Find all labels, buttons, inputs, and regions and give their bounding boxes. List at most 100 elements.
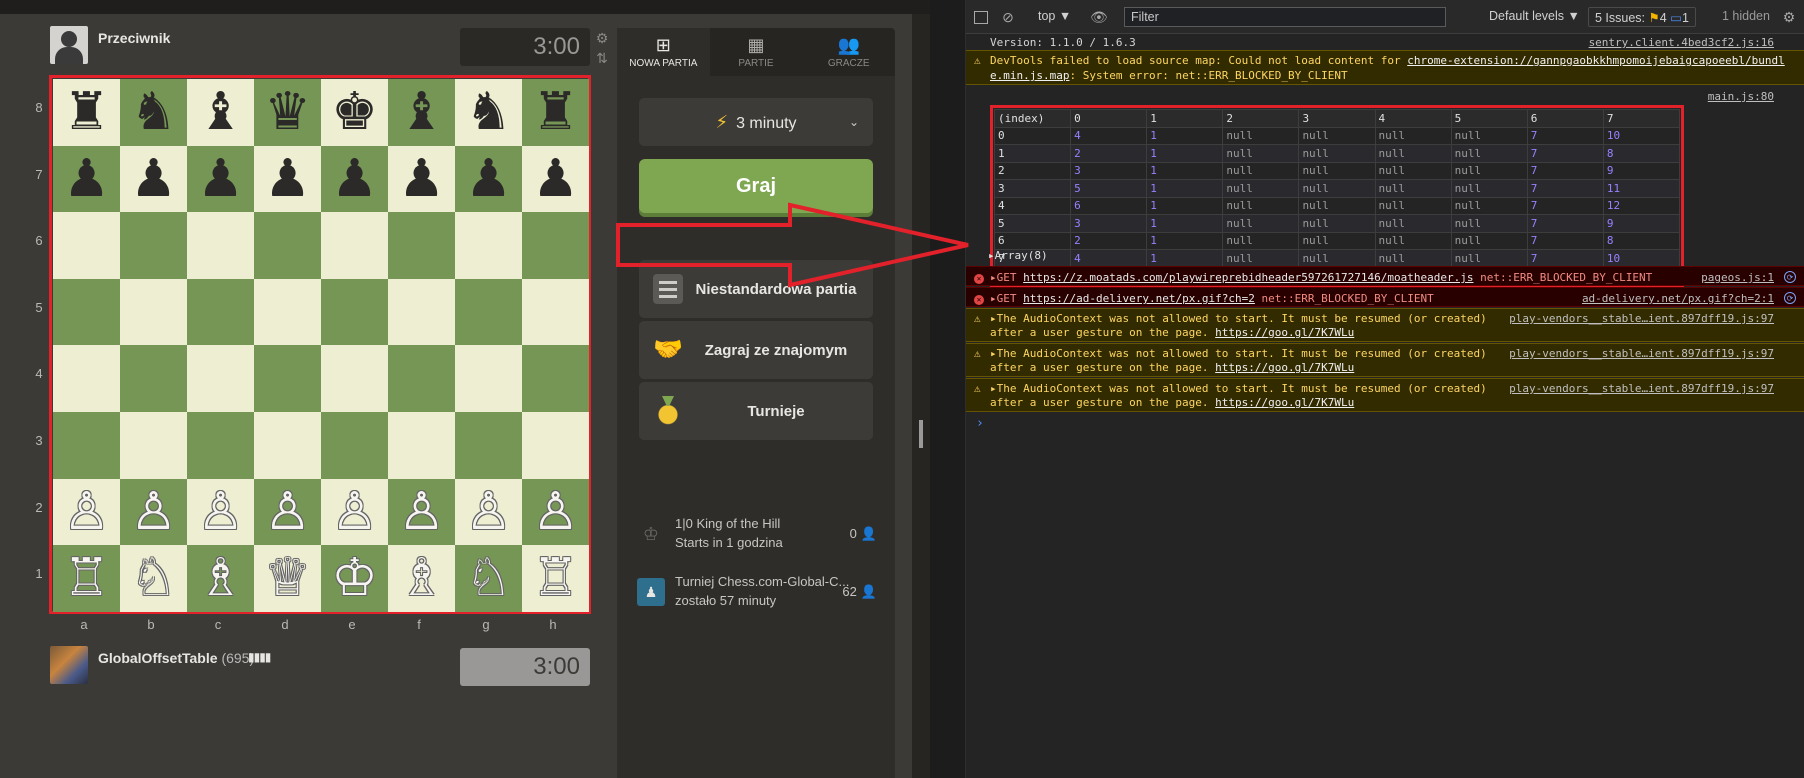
- player-avatar[interactable]: [50, 646, 88, 684]
- square-f7[interactable]: ♟: [388, 145, 455, 213]
- sourcemap-link[interactable]: chrome-extension://gannpgaobkkhmpomoijeb…: [1407, 54, 1785, 67]
- square-a7[interactable]: ♟: [53, 145, 120, 213]
- square-h6[interactable]: [522, 212, 589, 279]
- square-g3[interactable]: [455, 411, 522, 479]
- square-c3[interactable]: [187, 411, 254, 479]
- square-h8[interactable]: ♜: [522, 79, 589, 146]
- square-c7[interactable]: ♟: [187, 145, 254, 213]
- log-source-link[interactable]: play-vendors__stable…ient.897dff19.js:97: [1509, 312, 1774, 325]
- square-a5[interactable]: [53, 278, 120, 346]
- audio-help-link[interactable]: https://goo.gl/7K7WLu: [1215, 326, 1354, 339]
- square-h3[interactable]: [522, 411, 589, 479]
- audio-help-link[interactable]: https://goo.gl/7K7WLu: [1215, 396, 1354, 409]
- chess-piece[interactable]: ♕: [264, 552, 311, 604]
- square-c5[interactable]: [187, 278, 254, 346]
- chess-piece[interactable]: ♙: [532, 486, 579, 538]
- error-url-link[interactable]: https://ad-delivery.net/px.gif?ch=2: [1023, 292, 1255, 305]
- chess-piece[interactable]: ♟: [398, 153, 445, 205]
- square-h7[interactable]: ♟: [522, 145, 589, 213]
- eye-icon[interactable]: 👁: [1090, 9, 1108, 25]
- chess-piece[interactable]: ♘: [465, 552, 512, 604]
- square-d5[interactable]: [254, 278, 321, 346]
- chess-piece[interactable]: ♙: [197, 486, 244, 538]
- square-e6[interactable]: [321, 212, 388, 279]
- chess-piece[interactable]: ♗: [398, 552, 445, 604]
- square-d6[interactable]: [254, 212, 321, 279]
- log-source-link[interactable]: pageos.js:1: [1701, 271, 1774, 284]
- square-c2[interactable]: ♙: [187, 478, 254, 546]
- resize-handle[interactable]: [919, 420, 923, 448]
- square-a2[interactable]: ♙: [53, 478, 120, 546]
- square-h2[interactable]: ♙: [522, 478, 589, 546]
- chess-piece[interactable]: ♙: [398, 486, 445, 538]
- square-b1[interactable]: ♘: [120, 545, 187, 612]
- square-e1[interactable]: ♔: [321, 545, 388, 612]
- chess-piece[interactable]: ♜: [532, 86, 579, 138]
- square-e4[interactable]: [321, 345, 388, 412]
- chess-piece[interactable]: ♙: [130, 486, 177, 538]
- square-d3[interactable]: [254, 411, 321, 479]
- square-a3[interactable]: [53, 411, 120, 479]
- square-c1[interactable]: ♗: [187, 545, 254, 612]
- square-b4[interactable]: [120, 345, 187, 412]
- chess-piece[interactable]: ♔: [331, 552, 378, 604]
- square-f5[interactable]: [388, 278, 455, 346]
- square-f2[interactable]: ♙: [388, 478, 455, 546]
- square-c6[interactable]: [187, 212, 254, 279]
- square-d2[interactable]: ♙: [254, 478, 321, 546]
- chess-piece[interactable]: ♟: [331, 153, 378, 205]
- square-c8[interactable]: ♝: [187, 79, 254, 146]
- chess-piece[interactable]: ♙: [63, 486, 110, 538]
- square-h5[interactable]: [522, 278, 589, 346]
- tab-games[interactable]: ▦ PARTIE: [710, 28, 803, 76]
- square-d1[interactable]: ♕: [254, 545, 321, 612]
- chess-piece[interactable]: ♞: [130, 86, 177, 138]
- square-d8[interactable]: ♛: [254, 79, 321, 146]
- log-source-link[interactable]: play-vendors__stable…ient.897dff19.js:97: [1509, 347, 1774, 360]
- console-prompt[interactable]: ›: [976, 416, 984, 431]
- square-b3[interactable]: [120, 411, 187, 479]
- square-f8[interactable]: ♝: [388, 79, 455, 146]
- chess-piece[interactable]: ♟: [130, 153, 177, 205]
- context-select[interactable]: top ▼: [1038, 9, 1071, 23]
- network-request-icon[interactable]: ⟳: [1784, 271, 1796, 283]
- square-c4[interactable]: [187, 345, 254, 412]
- square-b2[interactable]: ♙: [120, 478, 187, 546]
- tab-players[interactable]: 👥 GRACZE: [802, 28, 895, 76]
- opponent-name[interactable]: Przeciwnik: [98, 30, 170, 46]
- square-a8[interactable]: ♜: [53, 79, 120, 146]
- filter-input[interactable]: [1124, 7, 1446, 27]
- square-e7[interactable]: ♟: [321, 145, 388, 213]
- sidebar-toggle-icon[interactable]: [974, 11, 988, 24]
- chess-piece[interactable]: ♚: [331, 86, 378, 138]
- square-e5[interactable]: [321, 278, 388, 346]
- error-url-link[interactable]: https://z.moatads.com/playwireprebidhead…: [1023, 271, 1473, 284]
- square-a4[interactable]: [53, 345, 120, 412]
- square-g1[interactable]: ♘: [455, 545, 522, 612]
- chess-piece[interactable]: ♟: [532, 153, 579, 205]
- flip-board-icon[interactable]: ⇅: [594, 48, 610, 68]
- square-d7[interactable]: ♟: [254, 145, 321, 213]
- chess-piece[interactable]: ♙: [264, 486, 311, 538]
- chess-piece[interactable]: ♜: [63, 86, 110, 138]
- square-h1[interactable]: ♖: [522, 545, 589, 612]
- chess-piece[interactable]: ♖: [532, 552, 579, 604]
- chess-piece[interactable]: ♙: [331, 486, 378, 538]
- square-h4[interactable]: [522, 345, 589, 412]
- custom-game-button[interactable]: Niestandardowa partia: [639, 260, 873, 318]
- square-b8[interactable]: ♞: [120, 79, 187, 146]
- chess-piece[interactable]: ♗: [197, 552, 244, 604]
- gear-icon[interactable]: ⚙: [594, 28, 610, 48]
- chess-piece[interactable]: ♟: [197, 153, 244, 205]
- play-friend-button[interactable]: 🤝 Zagraj ze znajomym: [639, 321, 873, 379]
- chess-piece[interactable]: ♝: [398, 86, 445, 138]
- square-f4[interactable]: [388, 345, 455, 412]
- square-b7[interactable]: ♟: [120, 145, 187, 213]
- chess-piece[interactable]: ♞: [465, 86, 512, 138]
- event-item[interactable]: ♔ 1|0 King of the Hill Starts in 1 godzi…: [637, 516, 877, 554]
- sourcemap-link-cont[interactable]: e.min.js.map: [990, 69, 1069, 82]
- square-b6[interactable]: [120, 212, 187, 279]
- chess-piece[interactable]: ♟: [63, 153, 110, 205]
- square-e3[interactable]: [321, 411, 388, 479]
- log-levels-select[interactable]: Default levels ▼: [1489, 9, 1580, 23]
